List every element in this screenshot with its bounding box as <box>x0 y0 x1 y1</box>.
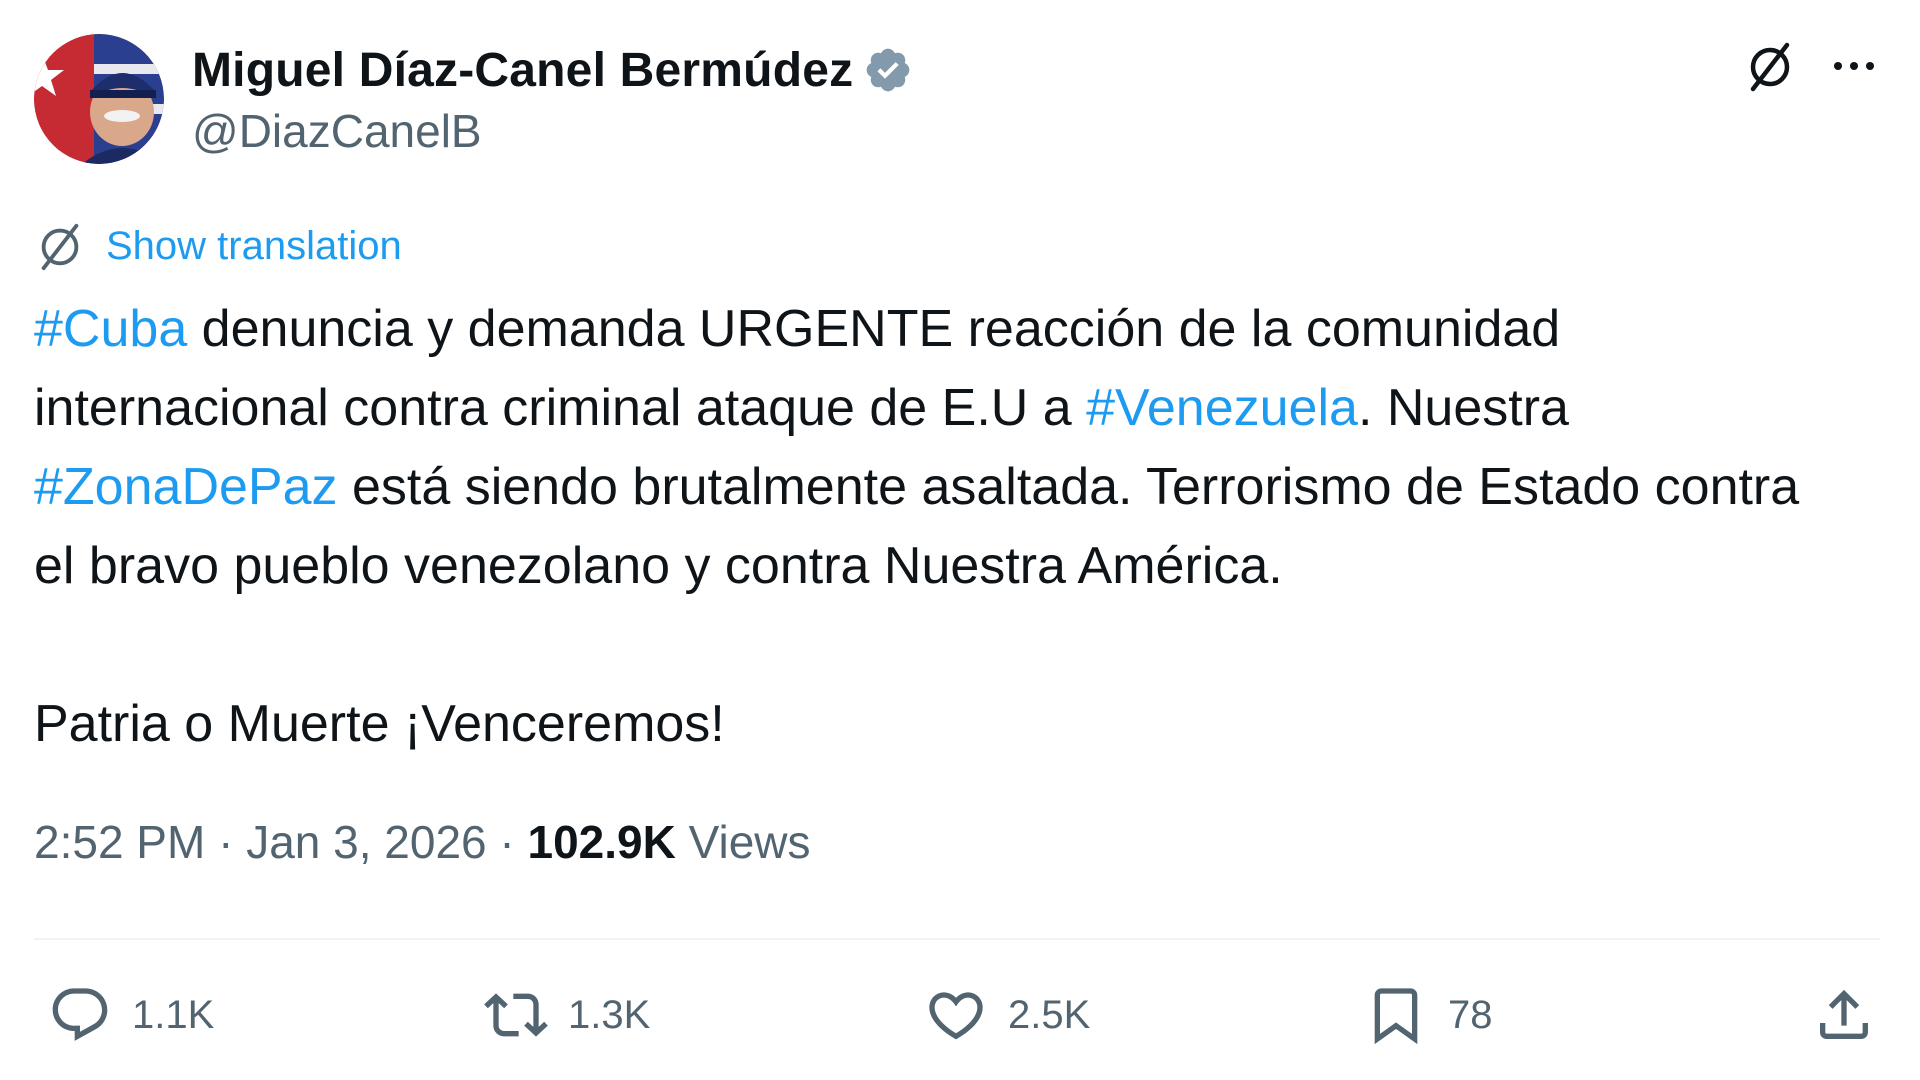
reply-button[interactable]: 1.1K <box>48 975 214 1055</box>
hashtag-link[interactable]: #ZonaDePaz <box>34 458 338 516</box>
tweet-time[interactable]: 2:52 PM <box>34 816 205 868</box>
tweet-header: Miguel Díaz-Canel Bermúdez @DiazCanelB <box>34 34 1884 164</box>
verified-badge-icon[interactable] <box>863 45 913 95</box>
tweet-text-segment: . Nuestra <box>1357 379 1569 437</box>
show-translation-label: Show translation <box>106 223 402 268</box>
views-count[interactable]: 102.9K <box>528 816 676 868</box>
retweet-count: 1.3K <box>568 992 651 1037</box>
divider <box>34 938 1880 940</box>
heart-icon <box>929 992 983 1040</box>
meta-separator: · <box>205 816 247 868</box>
bookmark-button[interactable]: 78 <box>1364 975 1493 1055</box>
action-bar: 1.1K 1.3K 2.5K 78 <box>44 975 1876 1055</box>
bookmark-icon <box>1374 988 1418 1045</box>
tweet-text-segment: Patria o Muerte ¡Venceremos! <box>34 695 725 753</box>
reply-icon <box>52 988 108 1041</box>
author-display-name[interactable]: Miguel Díaz-Canel Bermúdez <box>192 43 853 98</box>
retweet-icon <box>484 993 548 1037</box>
tweet-date[interactable]: Jan 3, 2026 <box>246 816 486 868</box>
author-info: Miguel Díaz-Canel Bermúdez @DiazCanelB <box>192 38 913 158</box>
name-row: Miguel Díaz-Canel Bermúdez <box>192 38 913 102</box>
header-actions <box>1740 34 1884 98</box>
grok-icon[interactable] <box>1740 36 1800 96</box>
reply-count: 1.1K <box>132 992 215 1037</box>
share-icon <box>1820 989 1868 1039</box>
tweet-paragraph: #Cuba denuncia y demanda URGENTE reacció… <box>34 290 1854 606</box>
hashtag-link[interactable]: #Venezuela <box>1086 379 1358 437</box>
tweet-card: Miguel Díaz-Canel Bermúdez @DiazCanelB S… <box>0 0 1920 1080</box>
share-button[interactable] <box>1812 975 1876 1055</box>
bookmark-count: 78 <box>1448 992 1493 1037</box>
views-label: Views <box>675 816 811 868</box>
like-button[interactable]: 2.5K <box>924 975 1090 1055</box>
avatar-image <box>34 34 164 164</box>
meta-separator: · <box>486 816 528 868</box>
retweet-button[interactable]: 1.3K <box>484 975 650 1055</box>
author-handle[interactable]: @DiazCanelB <box>192 104 913 158</box>
show-translation-button[interactable]: Show translation <box>34 220 402 272</box>
more-icon[interactable] <box>1824 36 1884 96</box>
tweet-paragraph: Patria o Muerte ¡Venceremos! <box>34 685 1854 764</box>
hashtag-link[interactable]: #Cuba <box>34 300 187 358</box>
translate-icon <box>41 223 79 271</box>
avatar[interactable] <box>34 34 164 164</box>
like-count: 2.5K <box>1008 992 1091 1037</box>
tweet-text: #Cuba denuncia y demanda URGENTE reacció… <box>34 290 1854 764</box>
tweet-meta: 2:52 PM · Jan 3, 2026 · 102.9K Views <box>34 815 811 869</box>
